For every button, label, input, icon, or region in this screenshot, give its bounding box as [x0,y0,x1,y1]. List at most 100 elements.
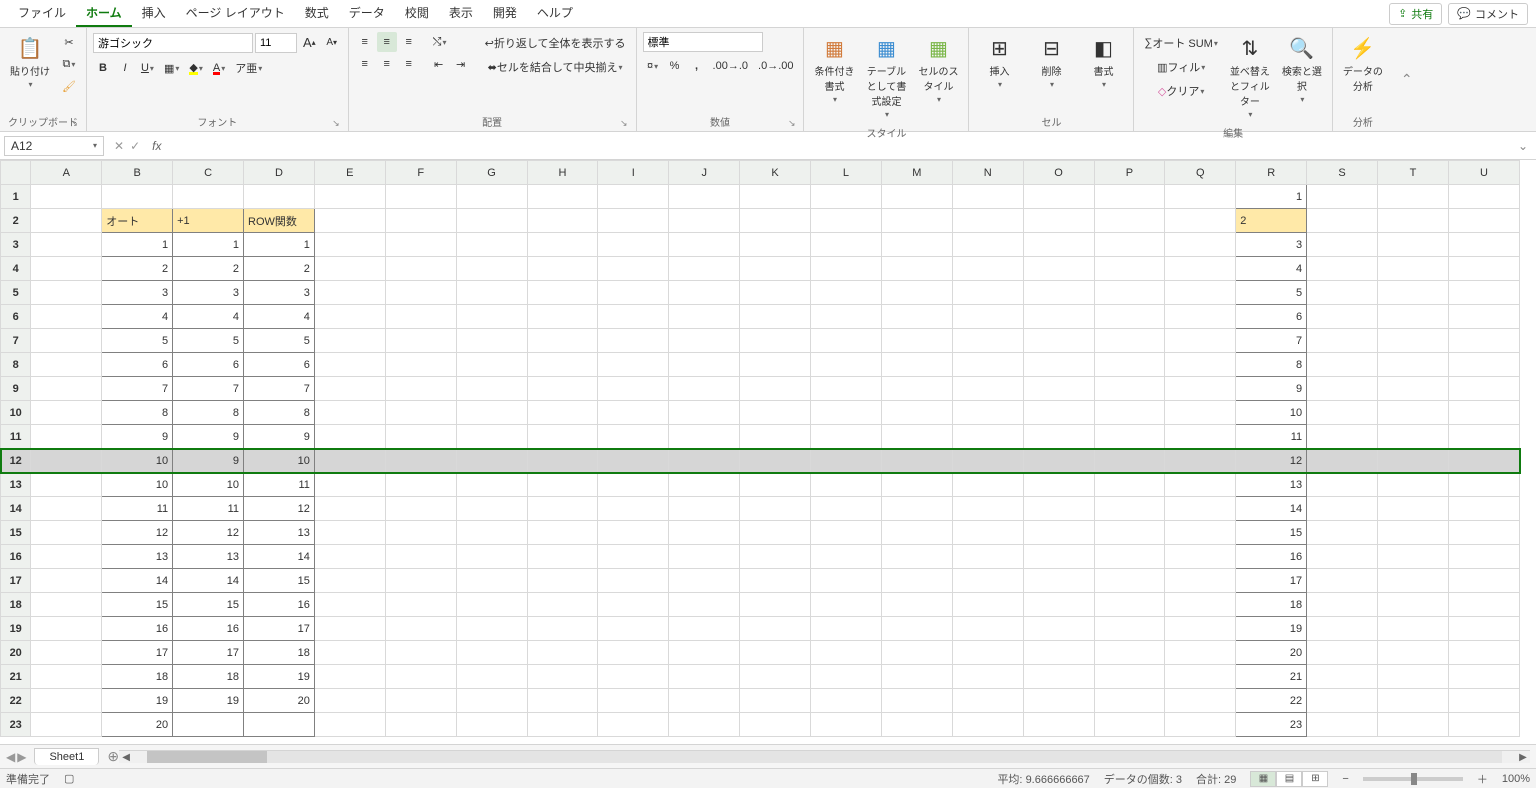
cell[interactable] [385,257,456,281]
cell[interactable] [1165,209,1236,233]
cell[interactable] [811,257,882,281]
cell[interactable] [669,689,740,713]
font-name-combo[interactable] [93,33,253,53]
cell[interactable] [598,329,669,353]
cell[interactable]: 20 [102,713,173,737]
cell[interactable]: 21 [1236,665,1307,689]
cell[interactable]: 9 [173,425,244,449]
cell[interactable]: 17 [102,641,173,665]
cell[interactable] [1165,401,1236,425]
cell[interactable] [952,329,1023,353]
cell[interactable]: 16 [173,617,244,641]
normal-view-button[interactable]: ▦ [1250,771,1276,787]
cell[interactable]: 19 [1236,617,1307,641]
cell[interactable]: 11 [102,497,173,521]
autosum-button[interactable]: ∑ オート SUM▾ [1140,32,1221,54]
cell[interactable]: 2 [173,257,244,281]
font-color-button[interactable]: A▾ [209,58,229,78]
row-header[interactable]: 4 [1,257,31,281]
cell[interactable] [1448,209,1519,233]
cell[interactable]: 6 [173,353,244,377]
decrease-decimal-button[interactable]: .0→.00 [754,56,797,76]
cell[interactable] [1378,305,1449,329]
cell[interactable] [385,353,456,377]
cell[interactable] [1307,473,1378,497]
column-header-M[interactable]: M [881,161,952,185]
cell[interactable] [952,641,1023,665]
cell[interactable] [881,353,952,377]
cell[interactable] [1307,617,1378,641]
border-button[interactable]: ▦▾ [160,58,183,78]
indent-increase-button[interactable]: ⇥ [451,54,471,74]
cell[interactable] [1023,305,1094,329]
cell[interactable] [1165,593,1236,617]
cell[interactable] [598,641,669,665]
cell[interactable] [385,641,456,665]
cell[interactable] [385,569,456,593]
cell[interactable] [811,425,882,449]
cell[interactable] [1448,617,1519,641]
row-header[interactable]: 23 [1,713,31,737]
cell[interactable] [598,353,669,377]
cell[interactable] [811,473,882,497]
cell[interactable] [1165,377,1236,401]
cell[interactable] [740,665,811,689]
cell[interactable] [385,425,456,449]
cell[interactable]: 16 [244,593,315,617]
tab-データ[interactable]: データ [339,0,395,27]
cell[interactable] [598,569,669,593]
cell[interactable] [1448,257,1519,281]
horizontal-scrollbar[interactable] [147,751,1502,763]
cell[interactable]: 12 [1236,449,1307,473]
cell[interactable]: 4 [1236,257,1307,281]
cell[interactable] [1094,641,1165,665]
cell[interactable] [31,401,102,425]
cell[interactable] [881,497,952,521]
paste-button[interactable]: 📋 貼り付け ▾ [6,32,54,93]
cell[interactable]: 14 [102,569,173,593]
row-header[interactable]: 22 [1,689,31,713]
cell[interactable] [1448,473,1519,497]
cell[interactable] [102,185,173,209]
cell[interactable] [881,185,952,209]
cell[interactable] [740,545,811,569]
cell[interactable] [527,593,598,617]
cell[interactable] [1023,257,1094,281]
cell[interactable] [1307,689,1378,713]
cell[interactable] [952,233,1023,257]
cell[interactable] [1378,233,1449,257]
cell[interactable] [811,305,882,329]
cell[interactable] [1448,641,1519,665]
cell[interactable] [952,353,1023,377]
cell[interactable] [1378,449,1449,473]
cell[interactable] [598,257,669,281]
cell[interactable]: 16 [1236,545,1307,569]
cell[interactable] [1307,665,1378,689]
cell[interactable] [1023,689,1094,713]
fill-color-button[interactable]: ◆▾ [185,58,206,78]
cell[interactable] [1094,473,1165,497]
cell[interactable] [314,329,385,353]
cell[interactable] [598,545,669,569]
cell[interactable] [1094,593,1165,617]
cell[interactable] [31,233,102,257]
expand-formula-bar-button[interactable]: ⌄ [1510,139,1536,153]
cell[interactable] [385,473,456,497]
cell[interactable] [1307,233,1378,257]
cell[interactable] [314,545,385,569]
cell[interactable] [385,497,456,521]
cell[interactable] [598,593,669,617]
cell[interactable] [740,617,811,641]
cell[interactable] [1023,281,1094,305]
cell[interactable]: 5 [1236,281,1307,305]
cell[interactable] [456,425,527,449]
tab-ホーム[interactable]: ホーム [76,0,132,27]
cell[interactable] [952,617,1023,641]
cell[interactable] [740,713,811,737]
cell[interactable] [811,377,882,401]
cell[interactable] [456,473,527,497]
cell[interactable] [456,641,527,665]
insert-cells-button[interactable]: ⊞挿入▾ [975,32,1023,93]
tab-ヘルプ[interactable]: ヘルプ [527,0,583,27]
orientation-button[interactable]: ⤭▾ [429,32,451,52]
